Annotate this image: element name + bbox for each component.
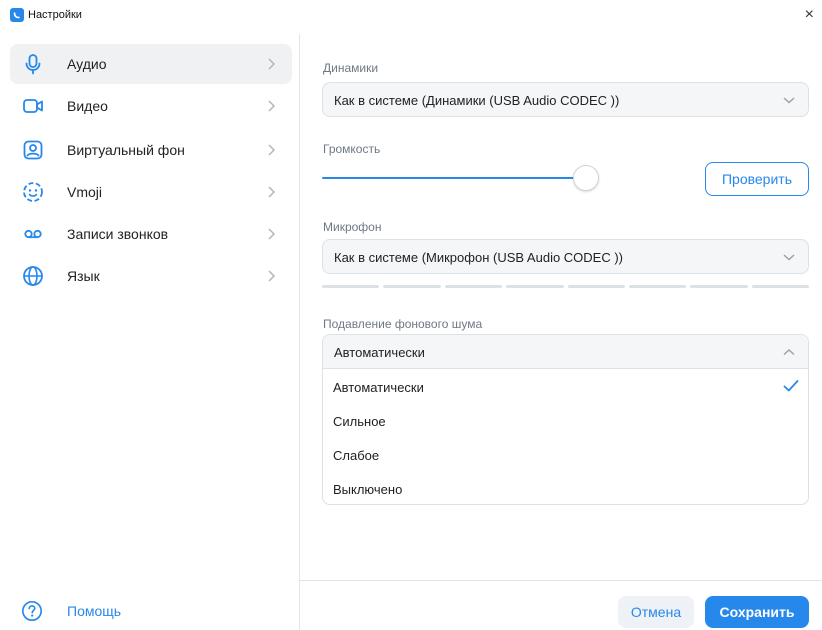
sidebar-item-call-recordings[interactable]: Записи звонков (10, 214, 292, 254)
footer-divider (300, 580, 822, 581)
volume-slider-track[interactable] (322, 177, 586, 179)
speakers-label: Динамики (323, 61, 379, 75)
sidebar-item-label: Vmoji (67, 184, 103, 200)
check-audio-button[interactable]: Проверить (705, 162, 809, 196)
noise-suppression-value: Автоматически (334, 345, 425, 360)
sidebar-item-vmoji[interactable]: Vmoji (10, 172, 292, 212)
level-segment (322, 285, 380, 288)
sidebar-item-audio[interactable]: Аудио (10, 44, 292, 84)
video-camera-icon (23, 99, 43, 113)
app-logo-icon (10, 8, 24, 22)
chevron-right-icon (268, 270, 276, 282)
chevron-down-icon (783, 97, 795, 104)
volume-label: Громкость (323, 142, 381, 156)
vmoji-face-icon (23, 182, 43, 202)
option-label: Автоматически (333, 380, 424, 395)
sidebar-item-label: Язык (67, 268, 100, 284)
sidebar-item-language[interactable]: Язык (10, 256, 292, 296)
option-label: Слабое (333, 448, 380, 463)
sidebar-item-label: Аудио (67, 56, 107, 72)
chevron-right-icon (268, 58, 276, 70)
sidebar-item-label: Виртуальный фон (67, 142, 185, 158)
noise-suppression-dropdown: Автоматически Автоматически Сильное Слаб… (322, 334, 809, 505)
sidebar-item-label: Записи звонков (67, 226, 169, 242)
audio-settings-panel: Динамики Как в системе (Динамики (USB Au… (300, 34, 822, 630)
noise-suppression-select[interactable]: Автоматически (323, 335, 808, 369)
sidebar-item-video[interactable]: Видео (10, 86, 292, 126)
option-label: Сильное (333, 414, 386, 429)
help-link[interactable]: Помощь (67, 603, 121, 619)
globe-icon (23, 266, 43, 286)
level-segment (567, 285, 625, 288)
option-label: Выключено (333, 482, 403, 497)
noise-option-weak[interactable]: Слабое (323, 437, 808, 471)
chevron-up-icon (783, 348, 795, 356)
chevron-right-icon (268, 100, 276, 112)
virtual-background-icon (23, 140, 43, 160)
level-segment (506, 285, 564, 288)
chevron-down-icon (783, 254, 795, 261)
question-circle-icon[interactable] (21, 600, 43, 622)
microphone-select-value: Как в системе (Микрофон (USB Audio CODEC… (334, 250, 624, 265)
save-button[interactable]: Сохранить (705, 596, 809, 628)
level-segment (751, 285, 809, 288)
volume-slider-handle[interactable] (572, 165, 599, 191)
level-segment (444, 285, 503, 288)
checkmark-icon (783, 380, 799, 392)
level-segment (383, 285, 441, 288)
noise-option-off[interactable]: Выключено (323, 471, 808, 504)
level-segment (628, 285, 687, 288)
close-icon[interactable]: × (805, 7, 814, 23)
noise-suppression-label: Подавление фонового шума (323, 317, 483, 331)
chevron-right-icon (268, 228, 276, 240)
microphone-level-meter (322, 285, 809, 288)
window-title: Настройки (28, 9, 82, 21)
microphone-icon (25, 54, 41, 75)
microphone-select[interactable]: Как в системе (Микрофон (USB Audio CODEC… (322, 239, 809, 274)
cancel-button[interactable]: Отмена (618, 596, 694, 628)
noise-option-strong[interactable]: Сильное (323, 403, 808, 437)
speakers-select[interactable]: Как в системе (Динамики (USB Audio CODEC… (322, 82, 809, 117)
chevron-right-icon (268, 144, 276, 156)
sidebar-item-label: Видео (67, 98, 108, 114)
chevron-right-icon (268, 186, 276, 198)
microphone-label: Микрофон (323, 220, 382, 234)
sidebar-item-virtual-background[interactable]: Виртуальный фон (10, 130, 292, 170)
speakers-select-value: Как в системе (Динамики (USB Audio CODEC… (334, 93, 620, 108)
level-segment (690, 285, 748, 288)
voicemail-icon (24, 229, 42, 239)
sidebar: Аудио Видео Виртуальный фон Vmoji Записи… (0, 34, 300, 630)
noise-option-automatic[interactable]: Автоматически (323, 369, 808, 403)
title-bar: Настройки × (0, 0, 822, 34)
